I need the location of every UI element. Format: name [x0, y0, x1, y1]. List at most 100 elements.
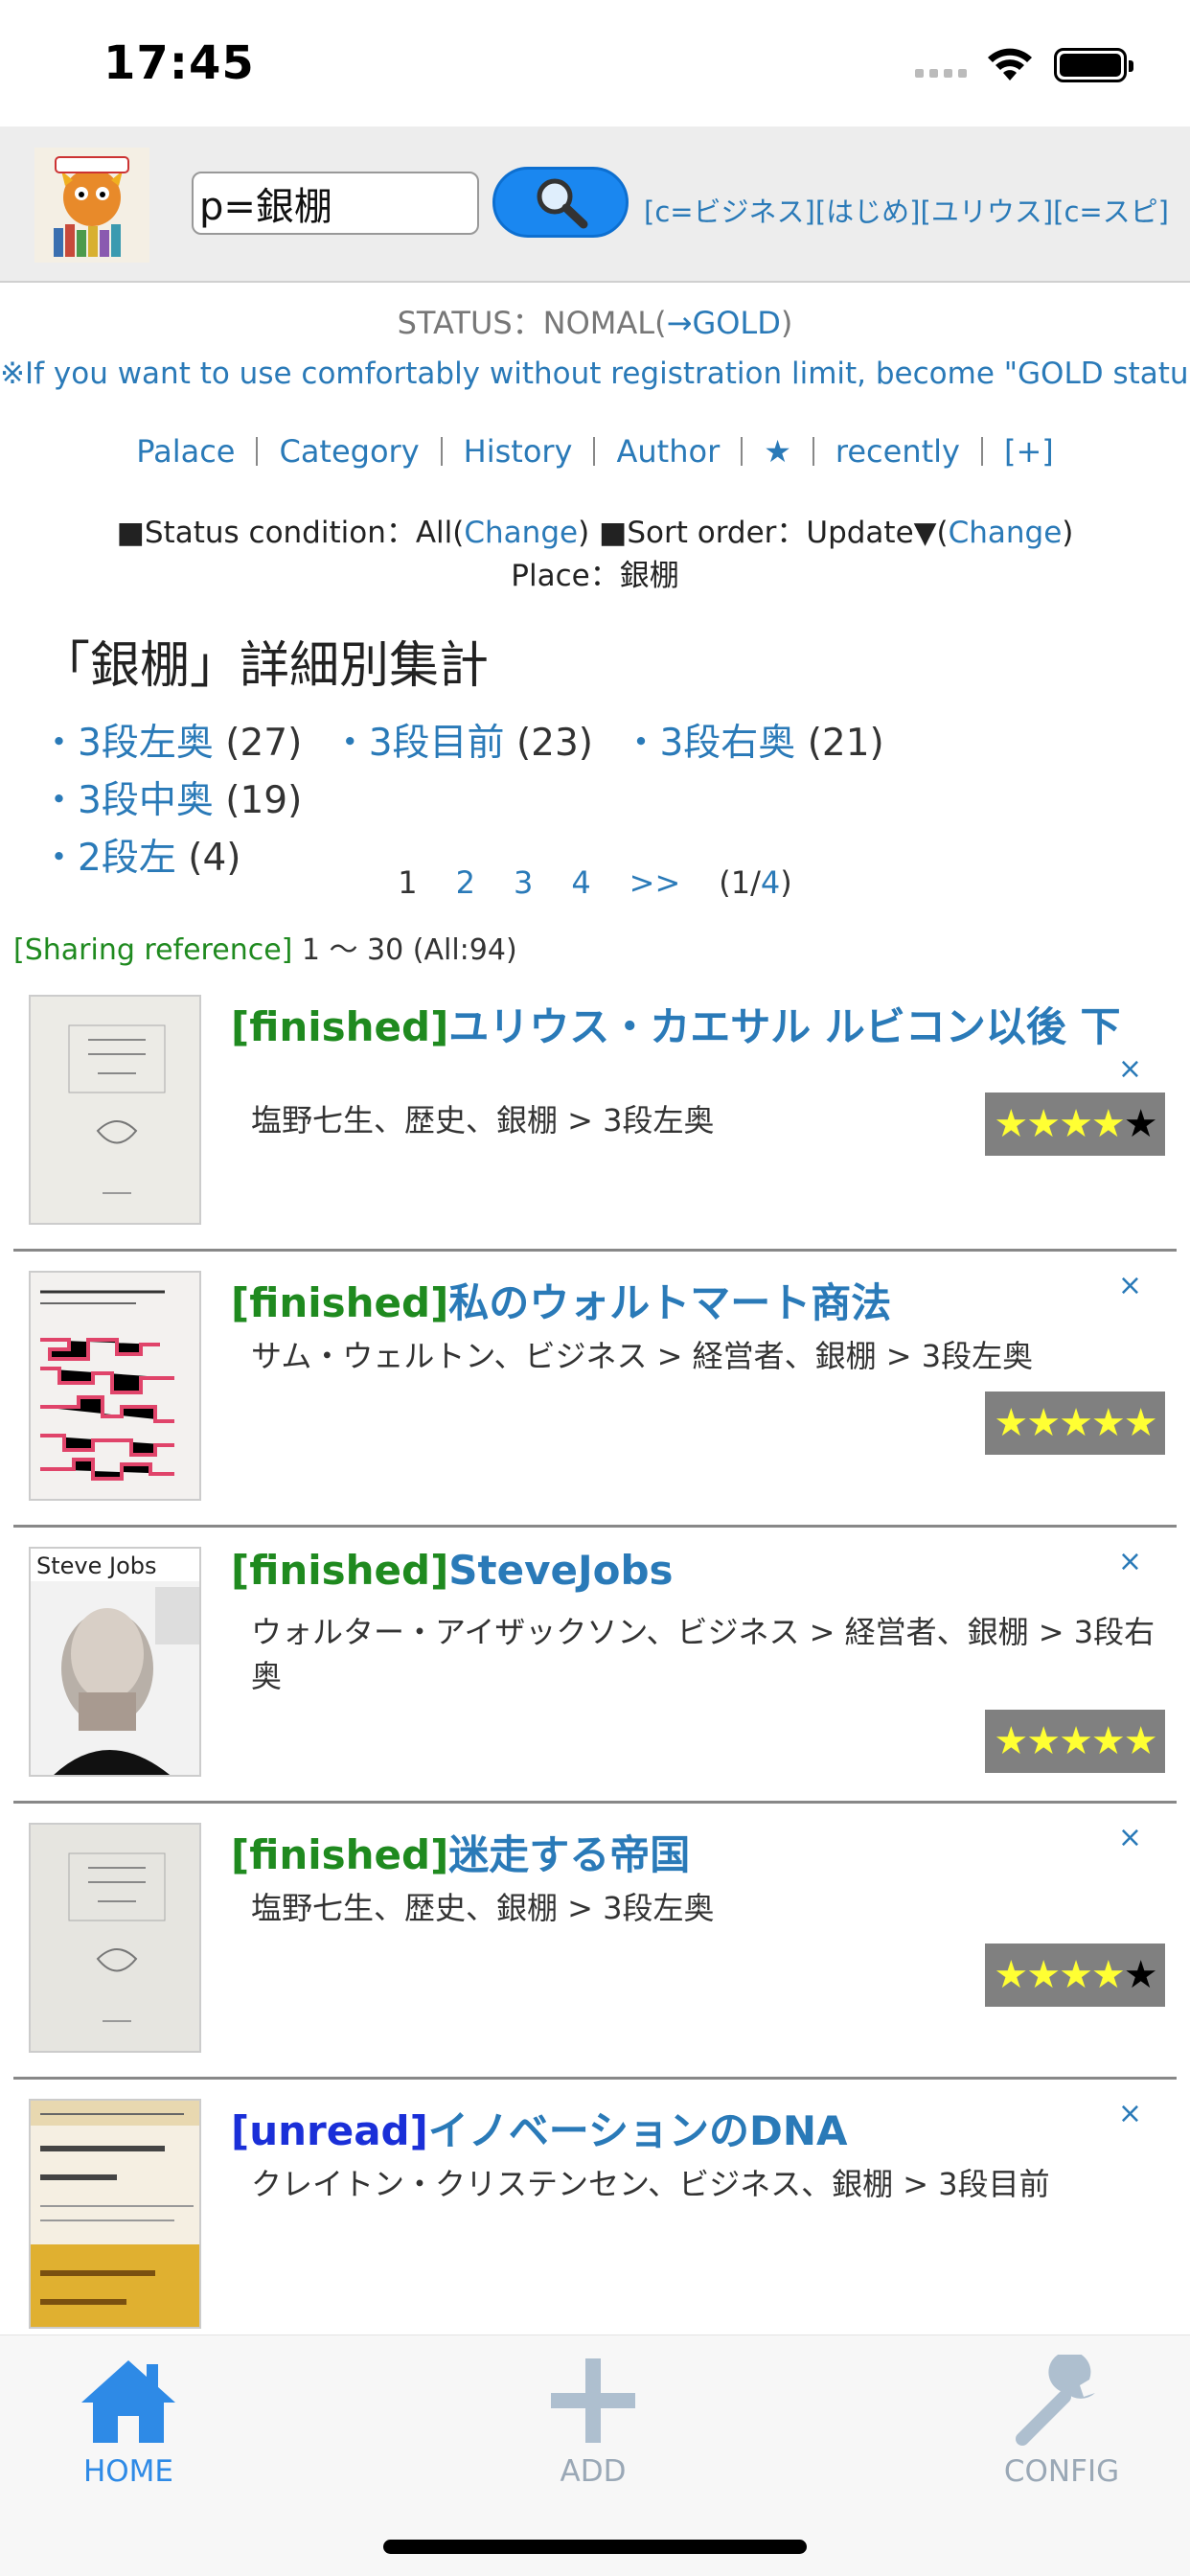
- clock: 17:45: [103, 36, 255, 90]
- condition-line: ■Status condition：All(Change) ■Sort orde…: [0, 512, 1190, 555]
- svg-text:Steve Jobs: Steve Jobs: [36, 1552, 157, 1579]
- tally-item[interactable]: ・3段中奥 (19): [40, 772, 302, 830]
- book-cover[interactable]: [29, 2099, 201, 2329]
- page-link[interactable]: 3: [514, 864, 533, 901]
- place-label: Place：銀棚: [511, 559, 679, 593]
- star-filled-icon: ★: [1059, 1401, 1093, 1445]
- status-condition-label: ■Status condition：All(: [116, 516, 465, 550]
- star-filled-icon: ★: [1026, 1953, 1061, 1997]
- tab-config[interactable]: CONFIG: [985, 2351, 1138, 2489]
- book-title[interactable]: [finished]迷走する帝国: [231, 1823, 1151, 1881]
- nav-author[interactable]: Author: [595, 433, 741, 470]
- page-summary: (1/4): [719, 864, 792, 901]
- star-empty-icon: ★: [1123, 1102, 1158, 1146]
- search-button[interactable]: [492, 167, 629, 238]
- tab-add[interactable]: ADD: [516, 2355, 670, 2489]
- star-filled-icon: ★: [1059, 1953, 1093, 1997]
- result-count: [Sharing reference] 1 〜 30 (All:94): [13, 926, 517, 968]
- gold-promo-link[interactable]: ※If you want to use comfortably without …: [0, 356, 1190, 391]
- book-row[interactable]: [unread]イノベーションのDNA × クレイトン・クリステンセン、ビジネス…: [13, 2080, 1177, 2356]
- star-filled-icon: ★: [994, 1401, 1028, 1445]
- gold-upgrade-link[interactable]: →GOLD: [667, 305, 781, 341]
- result-range: 1 〜 30 (All:94): [292, 933, 517, 967]
- main-nav: Palace Category History Author ★ recentl…: [0, 433, 1190, 470]
- search-input[interactable]: [192, 172, 479, 235]
- book-cover[interactable]: [29, 995, 201, 1225]
- book-title[interactable]: [finished]私のウォルトマート商法: [231, 1271, 1151, 1329]
- book-meta: サム・ウェルトン、ビジネス > 経営者、銀棚 > 3段左奥: [251, 1338, 1034, 1374]
- tab-home[interactable]: HOME: [52, 2355, 205, 2489]
- sort-change-link[interactable]: Change: [949, 516, 1063, 550]
- tally-item[interactable]: ・3段左奥 (27): [40, 715, 302, 772]
- tally-item[interactable]: ・3段目前 (23): [332, 715, 593, 772]
- nav-add[interactable]: [+]: [983, 433, 1075, 470]
- wifi-icon: [987, 46, 1033, 86]
- delete-icon[interactable]: ×: [1118, 1545, 1142, 1578]
- home-indicator: [383, 2540, 807, 2554]
- delete-icon[interactable]: ×: [1118, 1821, 1142, 1854]
- plus-icon: [551, 2358, 635, 2443]
- nav-star[interactable]: ★: [743, 433, 812, 470]
- tab-home-label: HOME: [82, 2454, 174, 2489]
- magnifier-icon: [537, 178, 588, 229]
- rating-stars: ★ ★ ★ ★ ★: [985, 1392, 1165, 1455]
- status-suffix: ): [780, 305, 793, 341]
- book-meta: 塩野七生、歴史、銀棚 > 3段左奥: [251, 1890, 715, 1926]
- paren: ): [1062, 516, 1074, 550]
- delete-icon[interactable]: ×: [1118, 1052, 1142, 1086]
- star-filled-icon: ★: [994, 1719, 1028, 1763]
- delete-icon[interactable]: ×: [1118, 2097, 1142, 2130]
- star-filled-icon: ★: [1123, 1401, 1158, 1445]
- book-title[interactable]: [finished]ユリウス・カエサル ルビコン以後 下: [231, 995, 1151, 1053]
- account-status: STATUS：NOMAL(→GOLD): [0, 299, 1190, 343]
- star-filled-icon: ★: [1059, 1102, 1093, 1146]
- page-link[interactable]: 4: [571, 864, 590, 901]
- book-meta: ウォルター・アイザックソン、ビジネス > 経営者、銀棚 > 3段右奥: [251, 1614, 1156, 1694]
- book-row[interactable]: [finished]私のウォルトマート商法 × サム・ウェルトン、ビジネス > …: [13, 1252, 1177, 1528]
- page-link[interactable]: 2: [456, 864, 475, 901]
- page-next[interactable]: >>: [629, 864, 681, 901]
- tab-config-label: CONFIG: [1003, 2454, 1120, 2489]
- rating-stars: ★ ★ ★ ★ ★: [985, 1710, 1165, 1773]
- pagination: 1 2 3 4 >> (1/4): [0, 864, 1190, 901]
- book-title[interactable]: [unread]イノベーションのDNA: [231, 2099, 1151, 2157]
- star-filled-icon: ★: [994, 1102, 1028, 1146]
- tally-item[interactable]: ・3段右奥 (21): [622, 715, 883, 772]
- status-text: STATUS：NOMAL(: [397, 305, 667, 341]
- home-icon: [81, 2360, 175, 2443]
- page-title: 「銀棚」詳細別集計: [40, 637, 490, 695]
- quick-search-links[interactable]: [c=ビジネス][はじめ][ユリウス][c=スピ]: [644, 190, 1169, 230]
- book-cover[interactable]: Steve Jobs: [29, 1547, 201, 1777]
- nav-category[interactable]: Category: [258, 433, 440, 470]
- rating-stars: ★ ★ ★ ★ ★: [985, 1944, 1165, 2007]
- book-title[interactable]: [finished]SteveJobs: [231, 1547, 1151, 1594]
- sharing-reference-link[interactable]: [Sharing reference]: [13, 933, 292, 967]
- book-meta: クレイトン・クリステンセン、ビジネス、銀棚 > 3段目前: [251, 2166, 1050, 2202]
- sort-order-label: ■Sort order：Update▼(: [589, 516, 949, 550]
- shelf-tally: ・3段左奥 (27) ・3段目前 (23) ・3段右奥 (21) ・3段中奥 (…: [40, 715, 1171, 887]
- star-filled-icon: ★: [1090, 1953, 1126, 1997]
- book-row[interactable]: [finished]ユリウス・カエサル ルビコン以後 下 × 塩野七生、歴史、銀…: [13, 976, 1177, 1252]
- app-logo[interactable]: [34, 148, 149, 263]
- filter-conditions: ■Status condition：All(Change) ■Sort orde…: [0, 512, 1190, 598]
- book-row[interactable]: Steve Jobs [finished]SteveJobs × ウォルター・ア…: [13, 1528, 1177, 1804]
- book-row[interactable]: [finished]迷走する帝国 × 塩野七生、歴史、銀棚 > 3段左奥 ★ ★ ★…: [13, 1804, 1177, 2080]
- star-filled-icon: ★: [1090, 1719, 1126, 1763]
- star-filled-icon: ★: [1090, 1401, 1126, 1445]
- star-filled-icon: ★: [1090, 1102, 1126, 1146]
- nav-history[interactable]: History: [443, 433, 594, 470]
- star-filled-icon: ★: [1026, 1102, 1061, 1146]
- nav-palace[interactable]: Palace: [115, 433, 256, 470]
- app-header: [c=ビジネス][はじめ][ユリウス][c=スピ]: [0, 126, 1190, 283]
- book-cover[interactable]: [29, 1823, 201, 2053]
- star-filled-icon: ★: [1026, 1719, 1061, 1763]
- tab-add-label: ADD: [560, 2454, 627, 2489]
- wrench-icon: [1016, 2351, 1095, 2446]
- cellular-signal-icon: [915, 69, 967, 78]
- nav-recently[interactable]: recently: [814, 433, 981, 470]
- status-change-link[interactable]: Change: [464, 516, 578, 550]
- star-empty-icon: ★: [1123, 1953, 1158, 1997]
- book-cover[interactable]: [29, 1271, 201, 1501]
- delete-icon[interactable]: ×: [1118, 1269, 1142, 1302]
- status-bar: 17:45: [0, 0, 1190, 126]
